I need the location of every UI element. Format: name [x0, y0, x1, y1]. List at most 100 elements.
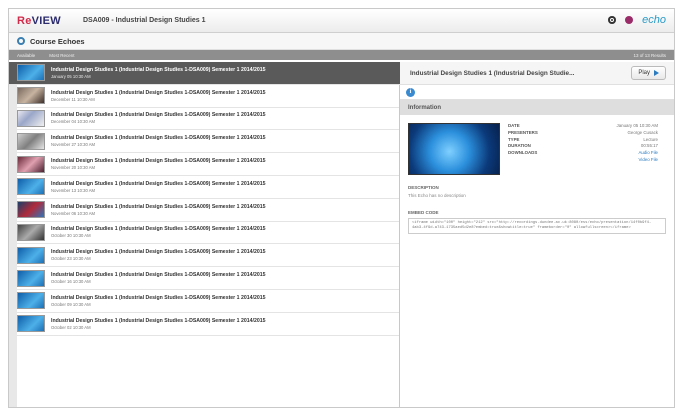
list-item[interactable]: Industrial Design Studies 1 (Industrial …	[17, 267, 399, 290]
main-area: Industrial Design Studies 1 (Industrial …	[9, 62, 674, 407]
echo-thumbnail	[17, 315, 45, 333]
list-item-date: October 02 10:30 AM	[51, 324, 91, 330]
list-item-text: Industrial Design Studies 1 (Industrial …	[51, 318, 266, 330]
list-item-date: October 16 10:30 AM	[51, 279, 91, 285]
list-item[interactable]: Industrial Design Studies 1 (Industrial …	[17, 199, 399, 222]
meta-downloads-key: DOWNLOADS	[508, 150, 538, 156]
list-item-text: Industrial Design Studies 1 (Industrial …	[51, 272, 266, 284]
meta-spacer	[508, 157, 563, 164]
echo-metadata: DATE January 05 10:30 AM PRESENTERS George…	[508, 123, 658, 164]
download-audio-link[interactable]: Audio File	[563, 150, 658, 157]
list-item-date: January 05 10:30 AM	[51, 73, 91, 79]
list-item-text: Industrial Design Studies 1 (Industrial …	[51, 249, 266, 261]
results-count: 13 of 13 Results	[633, 52, 666, 58]
list-item[interactable]: Industrial Design Studies 1 (Industrial …	[17, 290, 399, 313]
echo-list-items: Industrial Design Studies 1 (Industrial …	[9, 62, 416, 336]
help-icon[interactable]	[625, 16, 634, 24]
list-item[interactable]: Industrial Design Studies 1 (Industrial …	[17, 130, 399, 154]
meta-presenter-key: PRESENTERS	[508, 129, 538, 135]
list-item-title: Industrial Design Studies 1 (Industrial …	[51, 294, 266, 301]
list-item-title: Industrial Design Studies 1 (Industrial …	[51, 66, 266, 73]
detail-header: Industrial Design Studies 1 (Industrial …	[400, 62, 674, 85]
list-scrollbar[interactable]	[9, 62, 17, 407]
meta-duration-key: DURATION	[508, 143, 531, 149]
embed-code-field[interactable]: <iframe width="100" height="212" src="ht…	[408, 218, 666, 234]
list-item-title: Industrial Design Studies 1 (Industrial …	[51, 203, 266, 210]
embed-code-label: EMBED CODE	[408, 210, 439, 215]
meta-type: TYPE Lecture	[508, 137, 658, 144]
information-heading: Information	[400, 100, 674, 115]
course-title: DSA009 - Industrial Design Studies 1	[82, 17, 206, 24]
logo-text: VIEW	[31, 14, 61, 27]
info-tab-bar: i	[400, 85, 674, 100]
information-body: DATE January 05 10:30 AM PRESENTERS George…	[400, 115, 674, 234]
list-item-date: December 04 10:30 AM	[51, 119, 95, 125]
list-item-title: Industrial Design Studies 1 (Industrial …	[51, 89, 266, 96]
echo-thumbnail	[17, 223, 45, 241]
list-item-text: Industrial Design Studies 1 (Industrial …	[51, 181, 266, 193]
play-button[interactable]: Play	[631, 66, 666, 80]
echo-thumbnail	[17, 87, 45, 105]
list-item[interactable]: Industrial Design Studies 1 (Industrial …	[17, 222, 399, 245]
echo-thumbnail	[17, 64, 45, 82]
meta-downloads: DOWNLOADS Audio File	[508, 150, 658, 157]
meta-date: DATE January 05 10:30 AM	[508, 123, 658, 130]
list-item[interactable]: Industrial Design Studies 1 (Industrial …	[17, 313, 399, 336]
list-item-date: December 11 10:30 AM	[51, 96, 95, 102]
meta-duration-value: 00:55:17	[640, 143, 658, 149]
section-title: Course Echoes	[30, 36, 85, 46]
play-label: Play	[638, 70, 650, 76]
echo-logo: echo	[642, 14, 666, 26]
echo-thumbnail	[17, 178, 45, 196]
sort-most-recent[interactable]: Most Recent	[49, 53, 74, 58]
info-icon[interactable]: i	[406, 87, 415, 97]
echo-thumbnail	[17, 292, 45, 310]
echo-thumbnail	[17, 201, 45, 219]
list-item-title: Industrial Design Studies 1 (Industrial …	[51, 180, 266, 187]
list-item-title: Industrial Design Studies 1 (Industrial …	[51, 158, 266, 165]
list-item-text: Industrial Design Studies 1 (Industrial …	[51, 226, 266, 238]
play-icon	[654, 70, 659, 76]
echo-thumbnail	[17, 109, 45, 127]
video-preview-thumbnail[interactable]	[408, 123, 500, 175]
list-item[interactable]: Industrial Design Studies 1 (Industrial …	[17, 176, 399, 199]
list-item[interactable]: Industrial Design Studies 1 (Industrial …	[17, 85, 399, 108]
list-item-date: November 13 10:30 AM	[51, 187, 95, 193]
list-item-title: Industrial Design Studies 1 (Industrial …	[51, 135, 266, 142]
echo-target-icon	[17, 37, 25, 45]
detail-panel: Industrial Design Studies 1 (Industrial …	[400, 62, 674, 407]
meta-presenter-value: George Cusack	[627, 129, 658, 135]
list-item[interactable]: Industrial Design Studies 1 (Industrial …	[17, 153, 399, 176]
meta-type-key: TYPE	[508, 136, 520, 142]
list-item-date: November 20 10:30 AM	[51, 165, 95, 171]
echo-thumbnail	[17, 269, 45, 287]
list-item-date: November 06 10:30 AM	[51, 210, 95, 216]
echo-thumbnail	[17, 155, 45, 173]
meta-presenter: PRESENTERS George Cusack	[508, 130, 658, 137]
echo-thumbnail	[17, 246, 45, 264]
list-item-text: Industrial Design Studies 1 (Industrial …	[51, 135, 266, 147]
review-logo[interactable]: ReVIEW	[17, 15, 61, 27]
list-item-text: Industrial Design Studies 1 (Industrial …	[51, 112, 266, 124]
list-item[interactable]: Industrial Design Studies 1 (Industrial …	[9, 62, 416, 85]
meta-date-key: DATE	[508, 123, 520, 128]
list-item-date: October 23 10:30 AM	[51, 256, 91, 262]
list-item[interactable]: Industrial Design Studies 1 (Industrial …	[17, 244, 399, 268]
meta-date-value: January 05 10:30 AM	[616, 123, 659, 128]
list-item-title: Industrial Design Studies 1 (Industrial …	[51, 317, 266, 324]
filter-available[interactable]: Available	[17, 53, 35, 58]
filter-bar: Available Most Recent 13 of 13 Results	[9, 50, 674, 60]
download-video-link[interactable]: Video File	[563, 157, 658, 164]
meta-downloads-video: Video File	[508, 157, 658, 164]
list-item-title: Industrial Design Studies 1 (Industrial …	[51, 249, 266, 256]
list-item-title: Industrial Design Studies 1 (Industrial …	[51, 112, 266, 119]
list-item[interactable]: Industrial Design Studies 1 (Industrial …	[17, 108, 399, 131]
logo-prefix: Re	[17, 14, 32, 27]
gear-icon[interactable]	[608, 16, 617, 24]
meta-type-value: Lecture	[643, 136, 658, 142]
meta-duration: DURATION 00:55:17	[508, 143, 658, 150]
list-item-text: Industrial Design Studies 1 (Industrial …	[51, 90, 266, 102]
list-item-text: Industrial Design Studies 1 (Industrial …	[51, 204, 266, 216]
course-echoes-header: Course Echoes	[9, 33, 674, 50]
echo-thumbnail	[17, 132, 45, 150]
